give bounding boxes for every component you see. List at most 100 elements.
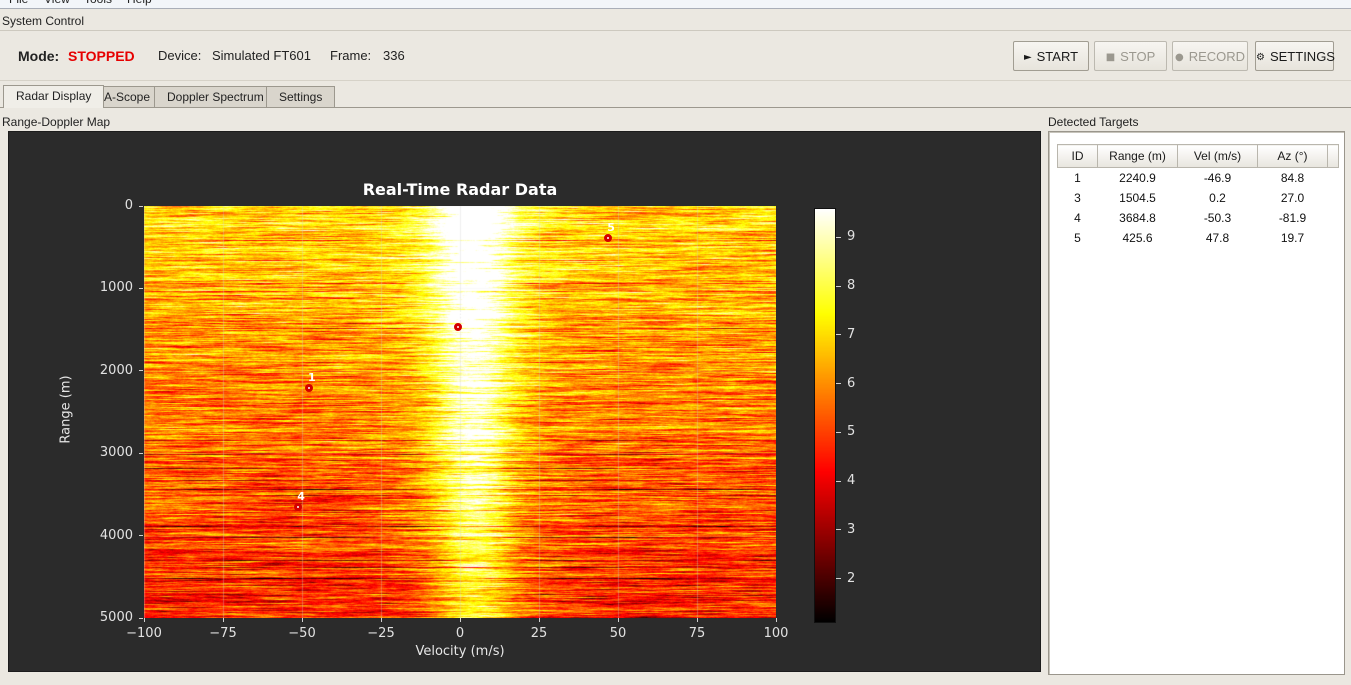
colorbar-tick-mark (836, 578, 841, 580)
settings-button-label: SETTINGS (1269, 48, 1335, 64)
table-row[interactable]: 3 1504.5 0.2 27.0 (1058, 188, 1339, 208)
tab-bar-line (0, 107, 1351, 108)
x-tick-mark (538, 618, 540, 622)
x-tick-label: 75 (688, 626, 706, 641)
x-tick-mark (459, 618, 461, 622)
x-tick-label: 25 (530, 626, 548, 641)
table-cell: -46.9 (1203, 170, 1232, 185)
x-tick-mark (617, 618, 619, 622)
table-cell: -50.3 (1203, 210, 1232, 225)
colorbar-tick-label: 6 (847, 375, 856, 391)
record-button[interactable]: ● RECORD (1172, 41, 1248, 71)
gear-icon: ⚙ (1256, 51, 1265, 63)
y-tick-label: 2000 (99, 362, 133, 378)
table-cell (1328, 208, 1339, 228)
menu-help[interactable]: Help (127, 0, 152, 8)
colorbar-tick-label: 3 (847, 521, 856, 537)
target-marker[interactable] (304, 383, 313, 392)
target-marker-label: 4 (297, 489, 305, 503)
table-cell: -81.9 (1278, 210, 1307, 225)
tab-radar-display[interactable]: Radar Display (3, 85, 105, 108)
x-tick-mark (222, 618, 224, 622)
x-tick-label: −25 (367, 626, 395, 641)
colorbar-tick-mark (836, 383, 841, 385)
x-tick-mark (696, 618, 698, 622)
stop-button-label: STOP (1120, 48, 1156, 64)
y-tick-mark (139, 452, 143, 454)
x-tick-mark (775, 618, 777, 622)
table-row[interactable]: 4 3684.8 -50.3 -81.9 (1058, 208, 1339, 228)
table-cell (1328, 168, 1339, 188)
colorbar-tick-mark (836, 529, 841, 531)
table-cell: 1504.5 (1119, 190, 1156, 205)
settings-button[interactable]: ⚙ SETTINGS (1255, 41, 1335, 71)
y-tick-label: 0 (124, 198, 133, 213)
tab-settings[interactable]: Settings (266, 86, 336, 108)
detected-targets-table[interactable]: ID Range (m) Vel (m/s) Az (°) 1 2240.9 -46… (1057, 144, 1339, 248)
y-tick-mark (139, 287, 143, 289)
x-tick-label: −100 (126, 626, 162, 641)
table-cell: 3 (1074, 190, 1081, 205)
x-tick-mark (143, 618, 145, 622)
start-button[interactable]: ► START (1013, 41, 1089, 71)
target-marker-label: 1 (307, 370, 316, 384)
colorbar-tick-mark (836, 285, 841, 287)
stop-icon: ■ (1105, 51, 1116, 63)
menu-file[interactable]: File (9, 0, 28, 8)
table-cell (1328, 188, 1339, 208)
table-cell: 47.8 (1205, 230, 1230, 245)
column-header-id[interactable]: ID (1057, 144, 1098, 168)
detected-targets-panel: ID Range (m) Vel (m/s) Az (°) 1 2240.9 -46… (1048, 131, 1345, 675)
colorbar-tick-mark (836, 431, 841, 433)
target-marker[interactable] (453, 322, 462, 331)
record-icon: ● (1174, 51, 1184, 63)
frame-label: Frame: (330, 48, 372, 63)
y-tick-mark (139, 370, 143, 372)
detected-targets-caption: Detected Targets (1048, 115, 1139, 129)
table-cell: 1 (1074, 170, 1081, 185)
column-header-vel[interactable]: Vel (m/s) (1177, 144, 1258, 168)
system-control-toolbar: Mode: STOPPED Device: Simulated FT601 Fr… (0, 31, 1351, 80)
range-doppler-heatmap[interactable] (144, 206, 776, 618)
target-marker[interactable] (294, 502, 303, 511)
toolbar-separator (0, 80, 1351, 81)
x-tick-label: 100 (763, 626, 789, 641)
colorbar-tick-label: 8 (847, 278, 856, 294)
plot-title: Real-Time Radar Data (362, 180, 558, 199)
colorbar-tick-mark (836, 334, 841, 336)
column-header-range[interactable]: Range (m) (1097, 144, 1178, 168)
x-tick-label: 0 (455, 626, 465, 641)
tab-doppler-spectrum[interactable]: Doppler Spectrum (154, 86, 277, 108)
mode-value: STOPPED (68, 48, 135, 64)
column-header-stub (1327, 144, 1339, 168)
stop-button[interactable]: ■ STOP (1094, 41, 1167, 71)
column-header-az[interactable]: Az (°) (1257, 144, 1328, 168)
device-label: Device: (158, 48, 202, 63)
table-cell: 0.2 (1209, 190, 1226, 205)
menu-bar: File View Tools Help (0, 0, 1351, 9)
system-control-group-label: System Control (2, 14, 85, 28)
colorbar-tick-label: 4 (847, 473, 856, 489)
device-value: Simulated FT601 (212, 48, 311, 63)
frame-value: 336 (383, 48, 405, 63)
table-cell (1328, 228, 1339, 248)
table-row[interactable]: 5 425.6 47.8 19.7 (1058, 228, 1339, 248)
colorbar-tick-label: 7 (847, 326, 856, 342)
table-cell: 2240.9 (1119, 170, 1156, 185)
play-icon: ► (1023, 51, 1032, 63)
colorbar-tick-label: 2 (847, 570, 856, 586)
menu-tools[interactable]: Tools (84, 0, 112, 8)
radar-app-window: { "menu": { "items": [ {"label":"File"},… (0, 0, 1351, 685)
y-tick-label: 5000 (99, 610, 133, 625)
target-marker-label: 5 (607, 221, 615, 235)
y-tick-label: 1000 (99, 280, 133, 296)
table-row[interactable]: 1 2240.9 -46.9 84.8 (1058, 168, 1339, 188)
colorbar-tick-mark (836, 236, 841, 238)
menu-view[interactable]: View (44, 0, 70, 8)
start-button-label: START (1036, 48, 1079, 64)
table-cell: 19.7 (1280, 230, 1305, 245)
x-tick-label: 50 (609, 626, 627, 641)
y-tick-mark (139, 205, 143, 207)
colorbar-tick-mark (836, 480, 841, 482)
x-axis-label: Velocity (m/s) (415, 644, 505, 659)
